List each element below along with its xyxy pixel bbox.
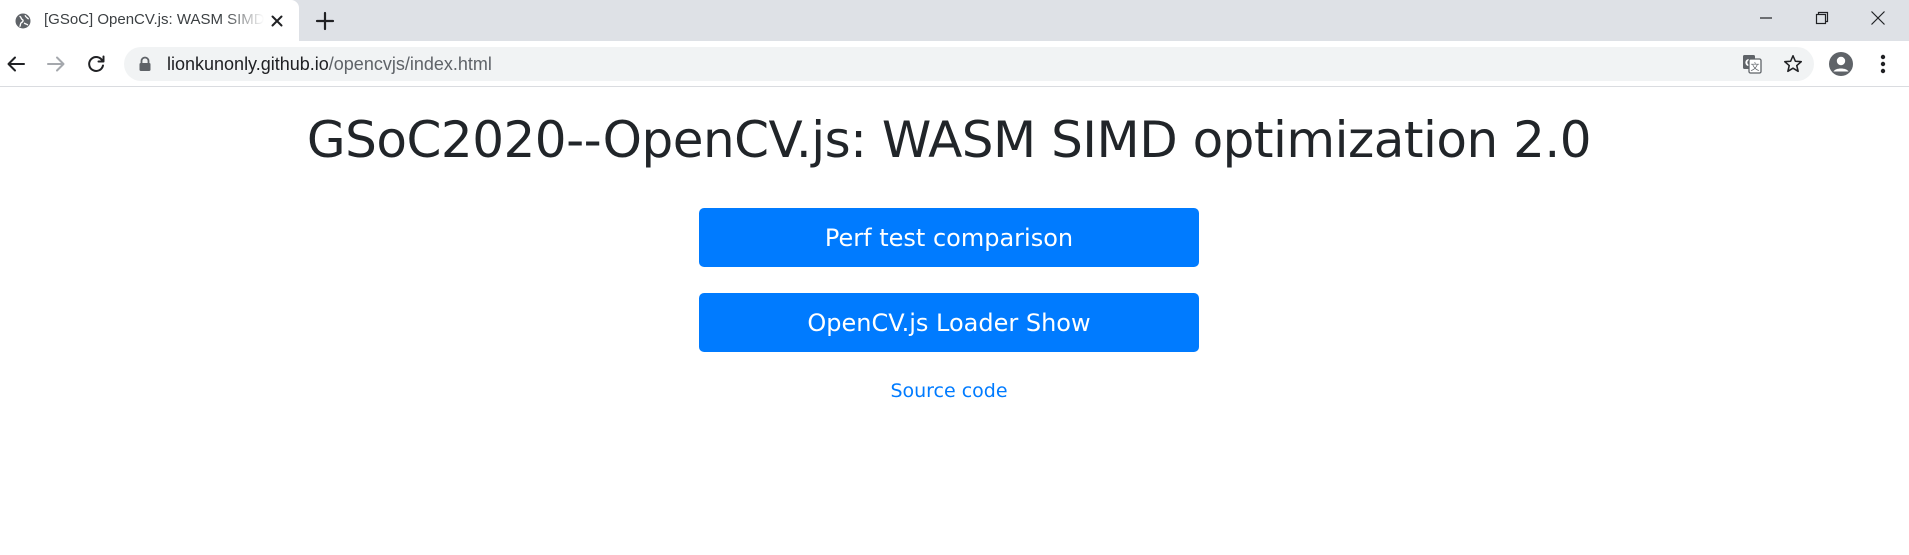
address-bar[interactable]: lionkunonly.github.io/opencvjs/index.htm…: [124, 47, 1814, 81]
svg-text:文: 文: [1750, 61, 1759, 73]
globe-icon: [15, 13, 31, 29]
source-code-link[interactable]: Source code: [0, 380, 1898, 402]
tab-strip: [GSoC] OpenCV.js: WASM SIMD optimization…: [0, 0, 1909, 41]
minimize-icon: [1760, 17, 1772, 19]
url-text[interactable]: lionkunonly.github.io/opencvjs/index.htm…: [167, 54, 492, 74]
browser-menu-button[interactable]: [1870, 51, 1896, 77]
plus-icon[interactable]: [314, 10, 336, 32]
window-minimize-button[interactable]: [1738, 0, 1794, 36]
lock-icon[interactable]: [138, 56, 152, 72]
tab-title: [GSoC] OpenCV.js: WASM SIMD optimization…: [44, 11, 264, 28]
arrow-left-icon: [7, 56, 25, 72]
loader-show-button[interactable]: OpenCV.js Loader Show: [699, 293, 1199, 352]
arrow-right-icon: [47, 56, 65, 72]
browser-tab-active[interactable]: [GSoC] OpenCV.js: WASM SIMD optimization…: [0, 0, 299, 41]
close-icon: [1871, 11, 1885, 25]
star-icon[interactable]: [1782, 53, 1804, 75]
restore-icon: [1815, 11, 1829, 25]
page-content: GSoC2020--OpenCV.js: WASM SIMD optimizat…: [0, 88, 1909, 555]
forward-button[interactable]: [42, 50, 70, 78]
window-close-button[interactable]: [1850, 0, 1906, 36]
browser-toolbar: lionkunonly.github.io/opencvjs/index.htm…: [0, 41, 1909, 87]
reload-icon: [88, 55, 105, 72]
translate-icon[interactable]: G 文: [1742, 54, 1762, 74]
url-path: /opencvjs/index.html: [328, 54, 492, 74]
more-vert-icon: [1880, 54, 1886, 74]
page-title: GSoC2020--OpenCV.js: WASM SIMD optimizat…: [306, 111, 1592, 169]
url-host: lionkunonly.github.io: [167, 54, 329, 74]
window-restore-button[interactable]: [1794, 0, 1850, 36]
reload-button[interactable]: [82, 50, 110, 78]
account-circle-icon[interactable]: [1828, 51, 1854, 77]
close-icon[interactable]: [268, 12, 286, 30]
back-button[interactable]: [2, 50, 30, 78]
perf-test-comparison-button[interactable]: Perf test comparison: [699, 208, 1199, 267]
